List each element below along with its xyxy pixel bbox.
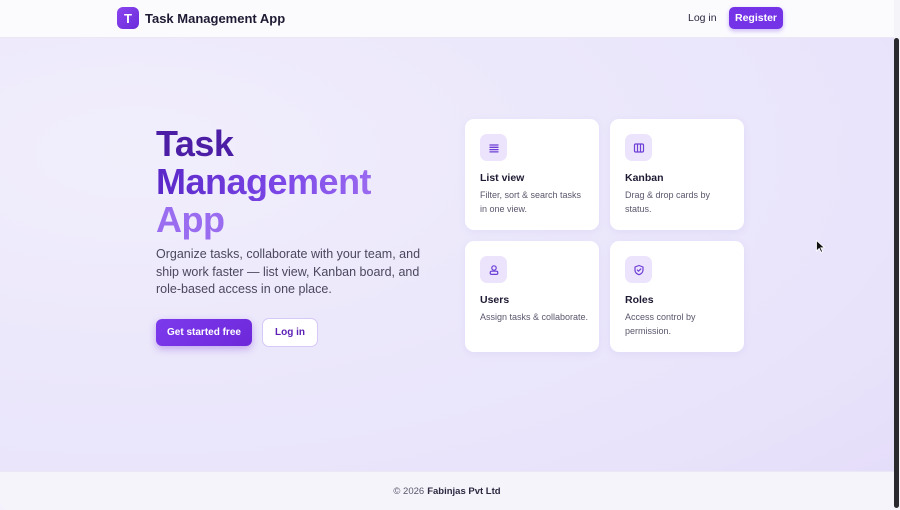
hero-title-line-1: Task [156, 123, 234, 164]
company-name: Fabinjas Pvt Ltd [427, 485, 501, 497]
brand-logo: T [117, 7, 139, 29]
copyright-text: © 2026 [393, 485, 425, 497]
feature-card-users: Users Assign tasks & collaborate. [465, 241, 599, 352]
hero-title: Task Management App [156, 123, 372, 240]
navbar: T Task Management App Log in Register [0, 0, 894, 38]
list-icon [480, 134, 507, 161]
hero-login-button[interactable]: Log in [262, 318, 318, 347]
footer: © 2026 Fabinjas Pvt Ltd [0, 471, 894, 510]
brand[interactable]: T Task Management App [117, 7, 285, 29]
hero-description: Organize tasks, collaborate with your te… [156, 247, 421, 296]
nav-login-link[interactable]: Log in [680, 10, 725, 26]
hero-title-line-2: Management [156, 161, 372, 202]
users-icon [480, 256, 507, 283]
hero-title-line-3: App [156, 199, 225, 240]
feature-description: Assign tasks & collaborate. [480, 312, 589, 322]
shield-icon [625, 256, 652, 283]
feature-description: Access control by permission. [625, 312, 696, 336]
app-window: T Task Management App Log in Register Ta… [0, 0, 900, 510]
feature-card-kanban: Kanban Drag & drop cards by status. [610, 119, 744, 230]
get-started-button[interactable]: Get started free [156, 319, 252, 346]
brand-name: Task Management App [145, 10, 286, 26]
mouse-cursor-icon [816, 239, 826, 258]
feature-card-roles: Roles Access control by permission. [610, 241, 744, 352]
feature-description: Drag & drop cards by status. [625, 190, 711, 214]
feature-title: List view [480, 172, 525, 184]
feature-title: Kanban [625, 172, 664, 184]
scrollbar-thumb[interactable] [894, 38, 899, 508]
feature-title: Roles [625, 294, 654, 306]
kanban-icon [625, 134, 652, 161]
brand-initial: T [124, 10, 132, 26]
register-button[interactable]: Register [729, 7, 783, 29]
feature-description: Filter, sort & search tasks in one view. [480, 190, 582, 214]
feature-card-list-view: List view Filter, sort & search tasks in… [465, 119, 599, 230]
feature-title: Users [480, 294, 510, 306]
